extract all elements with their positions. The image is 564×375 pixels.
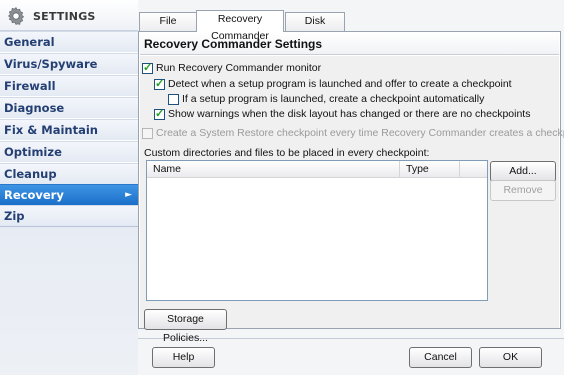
column-header-name[interactable]: Name	[147, 161, 400, 177]
sidebar-item-recovery[interactable]: Recovery ►	[0, 184, 138, 206]
sidebar-item-label: General	[4, 35, 55, 49]
sidebar-header: SETTINGS	[0, 0, 138, 31]
sidebar-item-general[interactable]: General	[0, 31, 138, 53]
sidebar-item-label: Virus/Spyware	[4, 57, 98, 71]
tab-disk-snapshot[interactable]: Disk Snapshot	[285, 12, 345, 44]
run-monitor-checkbox[interactable]: ✓	[142, 62, 153, 74]
settings-sidebar: SETTINGS General Virus/Spyware Firewall …	[0, 0, 138, 375]
sidebar-title: SETTINGS	[33, 10, 96, 23]
arrow-right-icon: ►	[125, 190, 132, 200]
sidebar-item-zip[interactable]: Zip	[0, 205, 138, 227]
sidebar-item-firewall[interactable]: Firewall	[0, 75, 138, 97]
sidebar-item-label: Zip	[4, 209, 25, 223]
option-label: If a setup program is launched, create a…	[182, 93, 485, 105]
option-label: Detect when a setup program is launched …	[168, 78, 512, 90]
add-button[interactable]: Add...	[490, 161, 556, 182]
list-header: Name Type	[147, 161, 487, 178]
checkmark-icon: ✓	[155, 108, 165, 120]
option-label: Run Recovery Commander monitor	[156, 62, 322, 74]
list-label: Custom directories and files to be place…	[144, 147, 430, 159]
system-restore-option: Create a System Restore checkpoint every…	[142, 127, 564, 141]
checkmark-icon: ✓	[143, 62, 153, 74]
run-monitor-option[interactable]: ✓ Run Recovery Commander monitor	[142, 62, 321, 76]
auto-checkpoint-checkbox[interactable]	[168, 94, 179, 105]
sidebar-item-fix-maintain[interactable]: Fix & Maintain	[0, 119, 138, 141]
sidebar-item-label: Recovery	[4, 188, 64, 202]
show-warnings-option[interactable]: ✓ Show warnings when the disk layout has …	[154, 108, 530, 122]
tab-recovery-commander[interactable]: Recovery Commander	[196, 10, 284, 42]
tab-label: Recovery Commander	[211, 13, 269, 42]
sidebar-item-cleanup[interactable]: Cleanup	[0, 163, 138, 185]
gear-icon	[7, 6, 25, 25]
remove-button: Remove	[490, 180, 556, 201]
sidebar-item-virus-spyware[interactable]: Virus/Spyware	[0, 53, 138, 75]
column-header-type[interactable]: Type	[400, 161, 460, 177]
show-warnings-checkbox[interactable]: ✓	[154, 108, 165, 120]
checkmark-icon: ✓	[155, 78, 165, 90]
option-label: Create a System Restore checkpoint every…	[156, 127, 564, 139]
sidebar-item-label: Cleanup	[4, 167, 57, 181]
custom-files-list[interactable]: Name Type	[146, 160, 488, 301]
option-label: Show warnings when the disk layout has c…	[168, 108, 531, 120]
tab-file-undeleter[interactable]: File Undeleter	[139, 12, 197, 44]
system-restore-checkbox	[142, 128, 153, 139]
help-button[interactable]: Help	[152, 347, 215, 368]
ok-button[interactable]: OK	[479, 347, 542, 368]
sidebar-divider	[0, 226, 138, 227]
panel-header: Recovery Commander Settings	[140, 33, 559, 55]
detect-setup-checkbox[interactable]: ✓	[154, 78, 165, 90]
recovery-commander-panel: Recovery Commander Settings ✓Run Recover…	[138, 31, 564, 344]
sidebar-item-label: Diagnose	[4, 101, 65, 115]
column-header-filler	[460, 161, 487, 177]
auto-checkpoint-option[interactable]: If a setup program is launched, create a…	[168, 93, 484, 107]
sidebar-item-label: Fix & Maintain	[4, 123, 98, 137]
cancel-button[interactable]: Cancel	[409, 347, 472, 368]
detect-setup-option[interactable]: ✓ Detect when a setup program is launched…	[154, 78, 512, 92]
storage-policies-button[interactable]: Storage Policies...	[144, 309, 227, 344]
sidebar-item-optimize[interactable]: Optimize	[0, 141, 138, 163]
sidebar-item-diagnose[interactable]: Diagnose	[0, 97, 138, 119]
sidebar-item-label: Firewall	[4, 79, 56, 93]
sidebar-item-label: Optimize	[4, 145, 62, 159]
